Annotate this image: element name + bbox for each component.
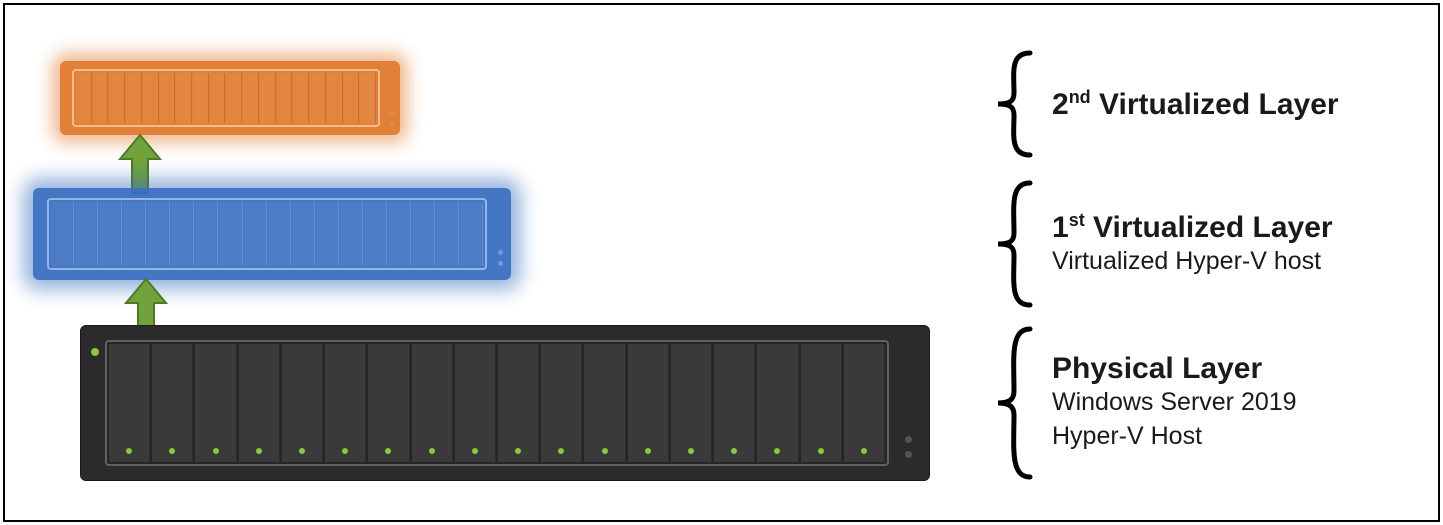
layer1-virtual-server	[33, 188, 511, 280]
drive-bays	[47, 198, 487, 270]
diagram-area	[5, 5, 990, 520]
drive-bays	[105, 340, 889, 466]
curly-brace-icon	[990, 325, 1044, 481]
physical-server	[80, 325, 930, 481]
arrow-up-icon	[118, 133, 162, 195]
label-layer2: 2nd Virtualized Layer	[990, 49, 1430, 159]
layer1-subtitle: Virtualized Hyper-V host	[1052, 245, 1333, 279]
diagram-frame: 2nd Virtualized Layer 1st Virtualized La…	[3, 3, 1440, 522]
label-physical: Physical Layer Windows Server 2019 Hyper…	[990, 325, 1430, 481]
label-layer1: 1st Virtualized Layer Virtualized Hyper-…	[990, 179, 1430, 309]
drive-bays	[72, 69, 380, 127]
physical-title: Physical Layer	[1052, 352, 1297, 386]
physical-subtitle-2: Hyper-V Host	[1052, 420, 1297, 454]
layer2-title: 2nd Virtualized Layer	[1052, 87, 1339, 122]
curly-brace-icon	[990, 179, 1044, 309]
physical-subtitle-1: Windows Server 2019	[1052, 386, 1297, 420]
labels-area: 2nd Virtualized Layer 1st Virtualized La…	[990, 5, 1438, 520]
layer1-title: 1st Virtualized Layer	[1052, 210, 1333, 245]
curly-brace-icon	[990, 49, 1044, 159]
layer2-virtual-server	[60, 61, 400, 135]
